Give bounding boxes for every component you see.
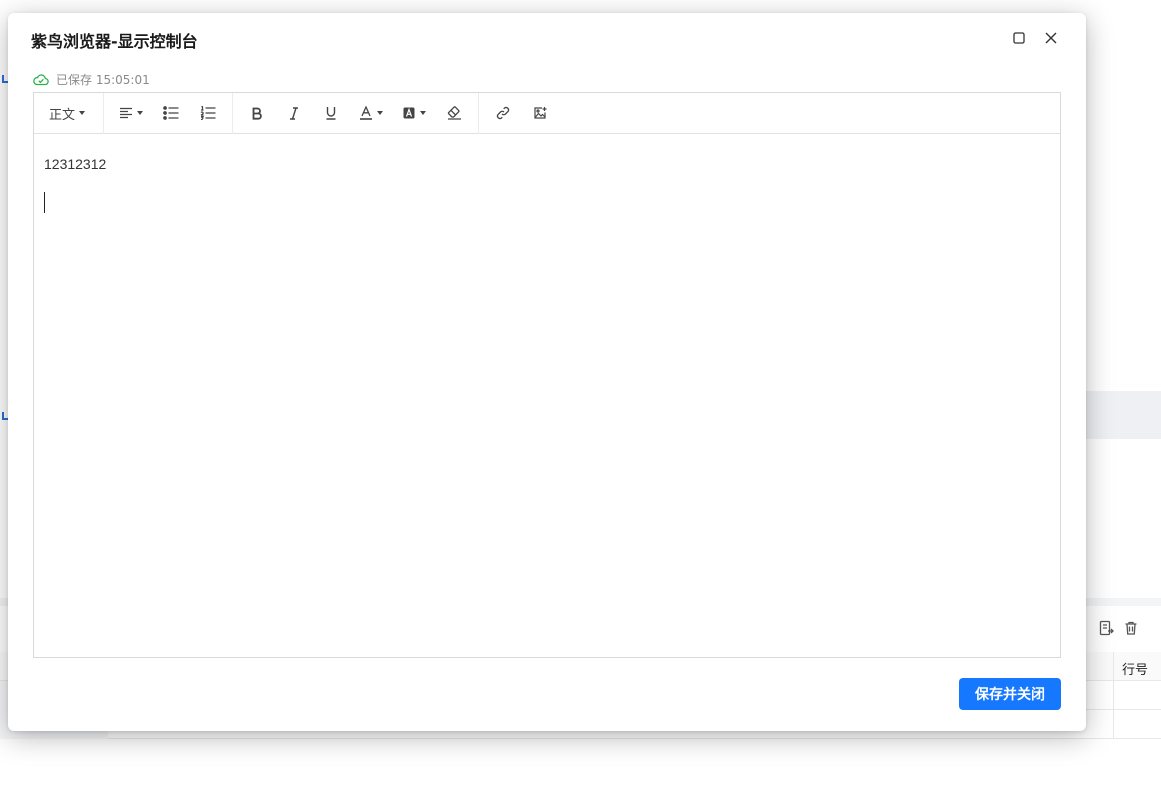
chevron-down-icon (79, 111, 86, 115)
cloud-check-icon (33, 73, 49, 85)
font-color-icon (360, 106, 373, 120)
paragraph-style-label: 正文 (49, 107, 76, 123)
insert-link-button[interactable] (489, 99, 517, 127)
eraser-icon (447, 106, 461, 120)
rich-text-editor: 正文 12312312 (33, 92, 1061, 658)
align-dropdown[interactable] (114, 99, 148, 127)
clear-format-button[interactable] (440, 99, 468, 127)
link-icon (496, 106, 510, 120)
editor-content[interactable]: 12312312 (34, 135, 1060, 657)
highlight-color-icon (403, 107, 415, 119)
font-color-dropdown[interactable] (354, 99, 388, 127)
bullet-list-button[interactable] (157, 99, 185, 127)
italic-button[interactable] (280, 99, 308, 127)
background-color-dropdown[interactable] (397, 99, 431, 127)
close-icon (1045, 32, 1057, 44)
bullet-list-icon (163, 106, 179, 120)
numbered-list-button[interactable] (194, 99, 222, 127)
underline-button[interactable] (317, 99, 345, 127)
close-button[interactable] (1040, 27, 1062, 49)
bg-table-col-line-no: 行号 (1122, 663, 1149, 678)
bg-section-band (1086, 391, 1161, 439)
save-status-text: 已保存 15:05:01 (56, 73, 150, 87)
editor-toolbar: 正文 (34, 92, 1060, 134)
maximize-icon (1013, 32, 1025, 44)
console-modal: 紫鸟浏览器-显示控制台 已保存 15:05:01 正文 12312312 保存并… (8, 13, 1086, 731)
bg-trash-icon[interactable] (1122, 620, 1140, 638)
paragraph-style-dropdown[interactable]: 正文 (43, 99, 91, 127)
numbered-list-icon (200, 106, 216, 120)
chevron-down-icon (420, 111, 427, 115)
bold-button[interactable] (243, 99, 271, 127)
chevron-down-icon (377, 111, 384, 115)
chevron-down-icon (137, 111, 144, 115)
align-left-icon (120, 107, 133, 119)
underline-icon (326, 107, 336, 120)
bg-export-icon[interactable] (1097, 620, 1115, 638)
bold-icon (252, 107, 262, 120)
save-status: 已保存 15:05:01 (33, 71, 150, 88)
modal-title: 紫鸟浏览器-显示控制台 (31, 32, 198, 51)
text-cursor (44, 192, 45, 213)
image-upload-icon (533, 107, 547, 119)
insert-image-button[interactable] (526, 99, 554, 127)
save-and-close-button[interactable]: 保存并关闭 (959, 678, 1061, 710)
maximize-button[interactable] (1008, 27, 1030, 49)
editor-paragraph[interactable]: 12312312 (44, 154, 1050, 174)
italic-icon (290, 106, 299, 120)
